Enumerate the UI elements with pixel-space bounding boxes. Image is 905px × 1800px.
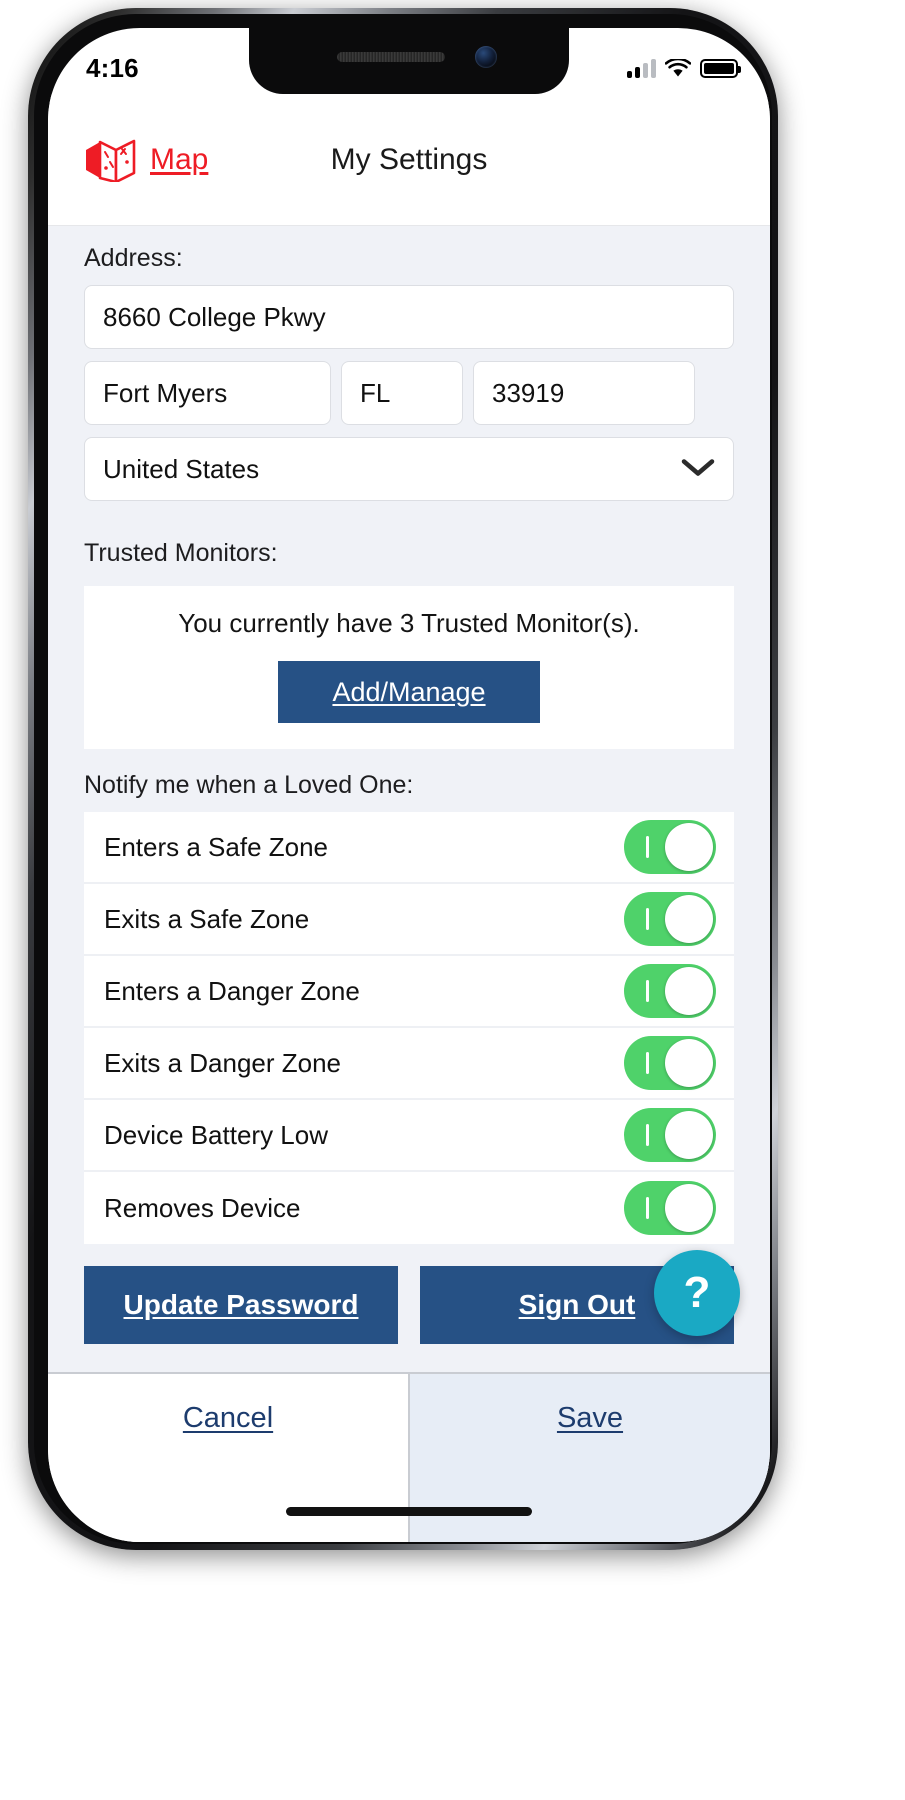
notifications-label: Notify me when a Loved One: bbox=[84, 771, 414, 799]
address-city-state-zip-row: Fort Myers FL 33919 bbox=[48, 361, 770, 437]
status-time: 4:16 bbox=[86, 52, 139, 83]
toggle-exits-danger-zone[interactable] bbox=[624, 1036, 716, 1090]
toggle-row: Enters a Safe Zone bbox=[84, 812, 734, 884]
settings-content: Address: 8660 College Pkwy Fort Myers FL… bbox=[48, 226, 770, 1372]
toggle-exits-safe-zone[interactable] bbox=[624, 892, 716, 946]
cancel-button[interactable]: Cancel bbox=[48, 1374, 408, 1542]
toggle-label: Enters a Safe Zone bbox=[104, 831, 329, 862]
help-button[interactable]: ? bbox=[654, 1250, 740, 1336]
app-navigation-bar: Map My Settings bbox=[48, 94, 770, 226]
zip-input[interactable]: 33919 bbox=[473, 361, 695, 425]
toggle-label: Exits a Safe Zone bbox=[104, 903, 310, 934]
add-manage-button[interactable]: Add/Manage bbox=[278, 661, 540, 723]
address-section-label: Address: bbox=[84, 244, 183, 272]
phone-bezel: 4:16 Map My Settings Address: 8660 Colle… bbox=[34, 14, 772, 1544]
earpiece-speaker bbox=[337, 52, 445, 62]
chevron-down-icon bbox=[681, 454, 715, 485]
toggle-row: Device Battery Low bbox=[84, 1100, 734, 1172]
notification-toggle-list: Enters a Safe Zone Exits a Safe Zone Ent… bbox=[48, 812, 770, 1244]
toggle-label: Removes Device bbox=[104, 1192, 301, 1223]
toggle-row: Enters a Danger Zone bbox=[84, 956, 734, 1028]
home-indicator bbox=[286, 1507, 532, 1516]
status-indicators bbox=[627, 57, 741, 78]
back-to-map-link[interactable]: Map bbox=[84, 138, 208, 182]
toggle-enters-danger-zone[interactable] bbox=[624, 964, 716, 1018]
map-icon bbox=[86, 139, 136, 182]
country-select-value: United States bbox=[103, 453, 260, 484]
toggle-row: Exits a Safe Zone bbox=[84, 884, 734, 956]
wifi-icon bbox=[664, 57, 692, 78]
country-select[interactable]: United States bbox=[84, 437, 734, 501]
toggle-enters-safe-zone[interactable] bbox=[624, 820, 716, 874]
city-input[interactable]: Fort Myers bbox=[84, 361, 331, 425]
street-address-input[interactable]: 8660 College Pkwy bbox=[84, 285, 734, 349]
battery-full-icon bbox=[700, 58, 741, 78]
address-country-row: United States bbox=[48, 437, 770, 513]
device-notch bbox=[249, 28, 569, 94]
bottom-action-bar: Cancel Save bbox=[48, 1372, 770, 1542]
toggle-row: Exits a Danger Zone bbox=[84, 1028, 734, 1100]
toggle-label: Device Battery Low bbox=[104, 1119, 328, 1150]
toggle-label: Exits a Danger Zone bbox=[104, 1047, 342, 1078]
back-label: Map bbox=[150, 142, 209, 176]
state-input[interactable]: FL bbox=[341, 361, 463, 425]
trusted-monitors-card: You currently have 3 Trusted Monitor(s).… bbox=[84, 586, 734, 749]
toggle-removes-device[interactable] bbox=[624, 1181, 716, 1235]
toggle-row: Removes Device bbox=[84, 1172, 734, 1244]
phone-device-frame: 4:16 Map My Settings Address: 8660 Colle… bbox=[28, 8, 778, 1550]
save-button[interactable]: Save bbox=[408, 1374, 770, 1542]
cellular-signal-icon bbox=[627, 58, 656, 78]
update-password-button[interactable]: Update Password bbox=[84, 1266, 398, 1344]
toggle-device-battery-low[interactable] bbox=[624, 1108, 716, 1162]
trusted-monitors-summary: You currently have 3 Trusted Monitor(s). bbox=[178, 608, 640, 638]
toggle-label: Enters a Danger Zone bbox=[104, 975, 360, 1006]
phone-screen: 4:16 Map My Settings Address: 8660 Colle… bbox=[48, 28, 770, 1542]
address-street-row: 8660 College Pkwy bbox=[48, 285, 770, 361]
trusted-monitors-label: Trusted Monitors: bbox=[84, 539, 278, 567]
front-camera bbox=[475, 46, 497, 68]
